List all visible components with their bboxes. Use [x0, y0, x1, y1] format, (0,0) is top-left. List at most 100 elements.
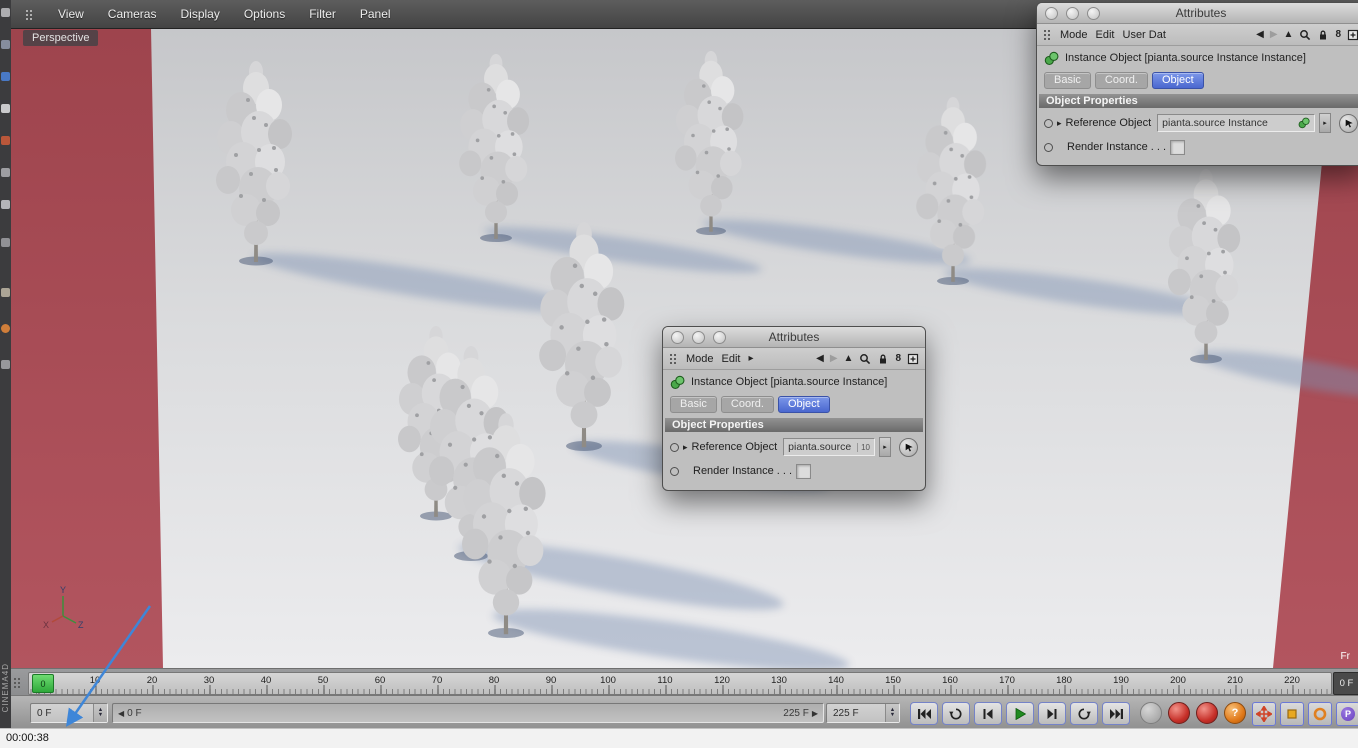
reference-object-label: Reference Object: [1065, 117, 1152, 129]
previous-frame-button[interactable]: [974, 702, 1002, 725]
record-disabled-button[interactable]: [1140, 702, 1162, 724]
rail-tool-icon[interactable]: [1, 288, 10, 297]
current-frame-field[interactable]: 0 F ▲ ▼: [30, 703, 108, 723]
menu-view[interactable]: View: [58, 7, 84, 21]
tick-label: 170: [999, 675, 1015, 686]
menu-mode[interactable]: Mode: [686, 353, 714, 365]
panel-titlebar[interactable]: Attributes: [1037, 3, 1358, 24]
rail-tool-icon[interactable]: [1, 72, 10, 81]
current-frame-marker[interactable]: 0: [32, 674, 54, 693]
search-icon[interactable]: [859, 353, 871, 365]
section-object-properties[interactable]: Object Properties: [665, 418, 923, 432]
frame-stepper[interactable]: ▲ ▼: [93, 704, 107, 722]
back-icon[interactable]: ◀: [816, 353, 824, 364]
autokey-button[interactable]: [1196, 702, 1218, 724]
keyframe-dot-icon[interactable]: [670, 442, 679, 452]
reference-object-field[interactable]: pianta.source Instance: [1157, 114, 1315, 132]
menu-options[interactable]: Options: [244, 7, 285, 21]
menu-display[interactable]: Display: [180, 7, 219, 21]
menu-cameras[interactable]: Cameras: [108, 7, 157, 21]
render-instance-checkbox[interactable]: [1170, 139, 1186, 155]
rail-tool-icon[interactable]: [1, 104, 10, 113]
pick-object-button[interactable]: [899, 437, 918, 457]
section-object-properties[interactable]: Object Properties: [1039, 94, 1358, 108]
menu-user-data[interactable]: User Dat: [1123, 29, 1166, 41]
lock-icon[interactable]: [1317, 29, 1329, 41]
key-rotation-button[interactable]: [1308, 702, 1332, 726]
rail-tool-icon[interactable]: [1, 200, 10, 209]
drag-grip-icon[interactable]: [13, 677, 22, 688]
max-frame-field[interactable]: 225 F ▲ ▼: [826, 703, 900, 723]
rail-tool-icon[interactable]: [1, 168, 10, 177]
key-position-button[interactable]: [1252, 702, 1276, 726]
cursor-arrow-icon: [1345, 119, 1353, 128]
link-menu-button[interactable]: ▸: [1319, 113, 1331, 133]
key-parameter-button[interactable]: P: [1336, 702, 1358, 726]
tab-object[interactable]: Object: [1151, 72, 1204, 89]
drag-grip-icon[interactable]: [1043, 29, 1052, 40]
menu-edit[interactable]: Edit: [722, 353, 741, 365]
menu-mode[interactable]: Mode: [1060, 29, 1088, 41]
stepper-down-icon[interactable]: ▼: [98, 712, 103, 718]
reference-spinner[interactable]: 10: [857, 442, 870, 452]
menu-panel[interactable]: Panel: [360, 7, 391, 21]
back-icon[interactable]: ◀: [1256, 29, 1264, 40]
preview-range-slider[interactable]: ◀ 0 F 225 F ▶: [112, 703, 824, 723]
next-frame-button[interactable]: [1038, 702, 1066, 725]
rail-tool-icon[interactable]: [1, 40, 10, 49]
menu-filter[interactable]: Filter: [309, 7, 336, 21]
panel-titlebar[interactable]: Attributes: [663, 327, 925, 348]
drag-grip-icon[interactable]: [25, 8, 34, 20]
up-icon[interactable]: ▲: [844, 353, 854, 364]
loop-backward-button[interactable]: [942, 702, 970, 725]
loop-forward-button[interactable]: [1070, 702, 1098, 725]
tab-coord[interactable]: Coord.: [720, 396, 774, 413]
new-panel-icon[interactable]: [1347, 29, 1358, 41]
tab-coord[interactable]: Coord.: [1094, 72, 1148, 89]
menu-edit[interactable]: Edit: [1096, 29, 1115, 41]
slider-left-arrow-icon[interactable]: ◀: [118, 709, 124, 718]
max-frame-value: 225 F: [833, 707, 859, 719]
search-icon[interactable]: [1299, 29, 1311, 41]
keyframe-dot-icon[interactable]: [1044, 118, 1053, 128]
keyframe-dot-icon[interactable]: [1044, 142, 1053, 152]
forward-icon[interactable]: ▶: [1270, 29, 1278, 40]
play-button[interactable]: [1006, 702, 1034, 725]
goto-start-button[interactable]: [910, 702, 938, 725]
expand-arrow-icon[interactable]: ▸: [1057, 118, 1062, 129]
reference-object-field[interactable]: pianta.source 10: [783, 438, 875, 456]
expand-arrow-icon[interactable]: ▸: [683, 442, 688, 453]
camera-label[interactable]: Perspective: [23, 30, 99, 46]
tick-label: 210: [1227, 675, 1243, 686]
lock-icon[interactable]: [877, 353, 889, 365]
tab-basic[interactable]: Basic: [1044, 72, 1091, 89]
record-keyframe-button[interactable]: [1168, 702, 1190, 724]
rail-tool-icon[interactable]: [1, 324, 10, 333]
link-menu-button[interactable]: ▸: [879, 437, 891, 457]
menu-overflow-icon[interactable]: ▸: [749, 353, 754, 364]
render-instance-checkbox[interactable]: [796, 463, 812, 479]
tab-basic[interactable]: Basic: [670, 396, 717, 413]
goto-end-button[interactable]: [1102, 702, 1130, 725]
up-icon[interactable]: ▲: [1284, 29, 1294, 40]
help-button[interactable]: ?: [1224, 702, 1246, 724]
timeline-ruler[interactable]: 0 10 20 30 40 50 60 70 80 90 100 110 120 130 140 150 16…: [28, 672, 1332, 695]
drag-grip-icon[interactable]: [669, 353, 678, 364]
slider-right-arrow-icon[interactable]: ▶: [812, 709, 818, 718]
rail-tool-icon[interactable]: [1, 360, 10, 369]
rail-tool-icon[interactable]: [1, 136, 10, 145]
pick-object-button[interactable]: [1339, 113, 1358, 133]
desktop-strip: 00:00:38: [0, 728, 1358, 748]
stepper-down-icon[interactable]: ▼: [890, 712, 895, 718]
link-icon[interactable]: 8: [895, 353, 901, 364]
key-scale-button[interactable]: [1280, 702, 1304, 726]
new-panel-icon[interactable]: [907, 353, 919, 365]
tab-object[interactable]: Object: [777, 396, 830, 413]
render-instance-row: Render Instance . . .: [1037, 135, 1358, 159]
rail-tool-icon[interactable]: [1, 8, 10, 17]
max-frame-stepper[interactable]: ▲ ▼: [885, 704, 899, 722]
forward-icon[interactable]: ▶: [830, 353, 838, 364]
link-icon[interactable]: 8: [1335, 29, 1341, 40]
rail-tool-icon[interactable]: [1, 238, 10, 247]
keyframe-dot-icon[interactable]: [670, 466, 679, 476]
